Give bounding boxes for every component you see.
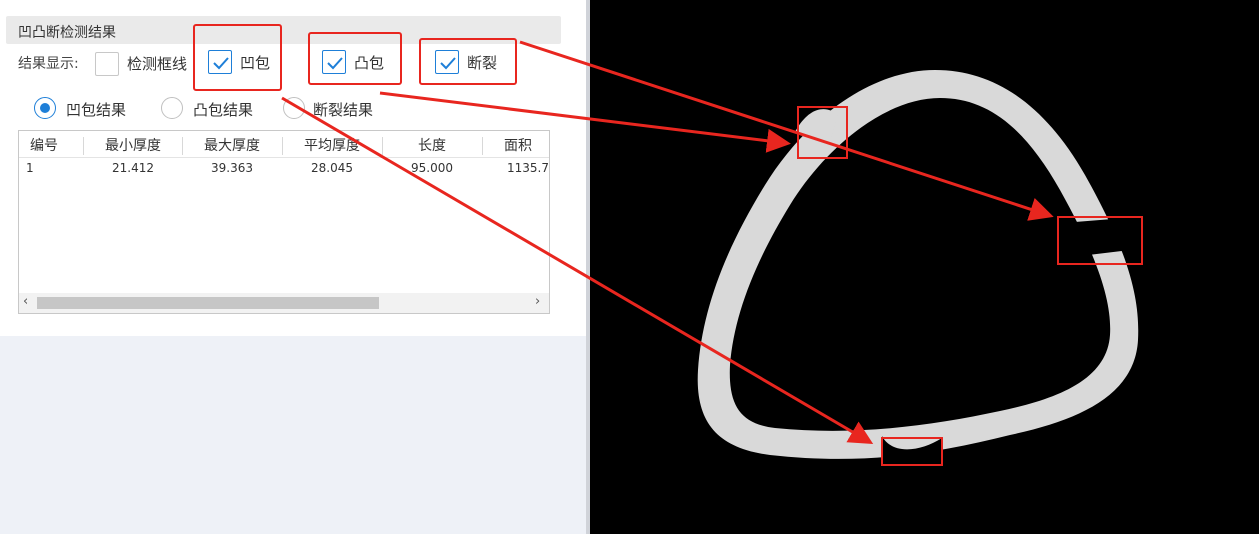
annotation-box-convex-checkbox: [308, 32, 402, 85]
scrollbar-thumb[interactable]: [37, 297, 379, 309]
column-header-id[interactable]: 编号: [19, 135, 69, 157]
annotation-box-concave-region: [881, 437, 943, 466]
chevron-right-icon[interactable]: ›: [535, 294, 540, 309]
annotation-box-fracture-region: [1057, 216, 1143, 265]
header-divider: [19, 157, 549, 158]
checkbox-detect-frame[interactable]: [95, 52, 119, 76]
app-window: 凹凸断检测结果 结果显示: 检测框线 凹包 凸包 断裂 凹包结果 凸包结果 断裂…: [0, 0, 1259, 534]
horizontal-scrollbar[interactable]: ‹ ›: [19, 293, 549, 313]
cell-min-thickness: 21.412: [112, 161, 154, 175]
radio-concave-result[interactable]: [34, 97, 56, 119]
panel-title: 凹凸断检测结果: [18, 25, 116, 41]
column-divider: [482, 137, 483, 155]
result-display-label: 结果显示:: [18, 56, 79, 72]
radio-fracture-result[interactable]: [283, 97, 305, 119]
result-table: 编号 最小厚度 最大厚度 平均厚度 长度 面积 1 21.412 39.363 …: [18, 130, 550, 314]
radio-concave-result-label: 凹包结果: [66, 101, 127, 119]
radio-convex-result[interactable]: [161, 97, 183, 119]
cell-id: 1: [26, 161, 34, 175]
cell-avg-thickness: 28.045: [311, 161, 353, 175]
radio-fracture-result-label: 断裂结果: [313, 101, 374, 119]
column-header-length[interactable]: 长度: [382, 135, 482, 157]
annotation-box-convex-region: [797, 106, 848, 159]
column-header-max-thickness[interactable]: 最大厚度: [182, 135, 282, 157]
column-header-min-thickness[interactable]: 最小厚度: [83, 135, 183, 157]
annotation-box-fracture-checkbox: [419, 38, 517, 85]
column-header-avg-thickness[interactable]: 平均厚度: [282, 135, 382, 157]
chevron-left-icon[interactable]: ‹: [23, 294, 28, 309]
cell-length: 95.000: [411, 161, 453, 175]
checkbox-detect-frame-label: 检测框线: [127, 55, 188, 73]
cell-area: 1135.72: [507, 161, 549, 175]
annotation-box-concave-checkbox: [193, 24, 282, 91]
column-header-area[interactable]: 面积: [504, 135, 549, 157]
cell-max-thickness: 39.363: [211, 161, 253, 175]
panel-empty-area: [0, 336, 586, 534]
radio-convex-result-label: 凸包结果: [193, 101, 254, 119]
